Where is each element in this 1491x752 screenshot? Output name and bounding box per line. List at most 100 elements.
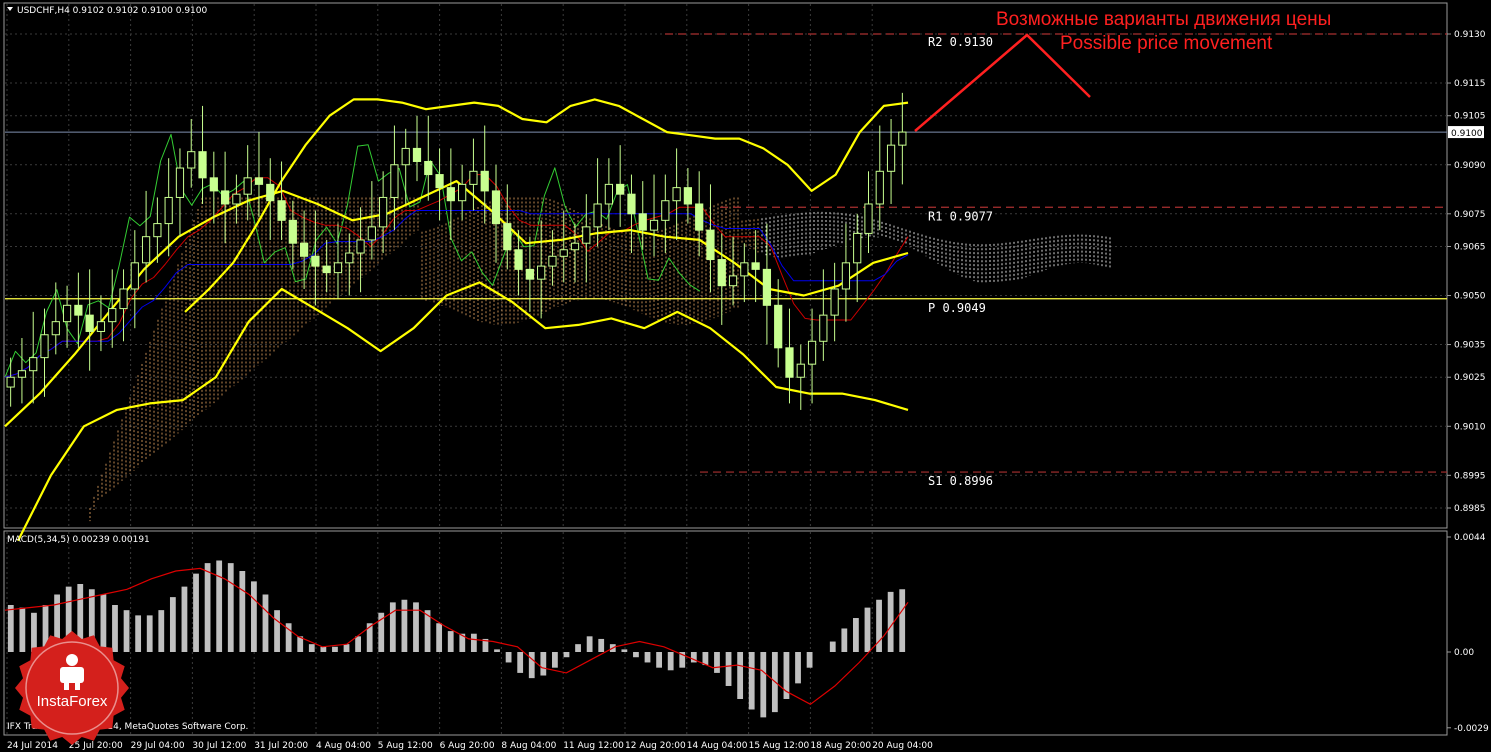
y-tick-label: 0.9035 (1454, 341, 1486, 351)
candle-body (232, 193, 241, 205)
menu-triangle-icon[interactable] (7, 7, 13, 11)
symbol-header: USDCHF,H4 0.9102 0.9102 0.9100 0.9100 (17, 6, 207, 16)
candle-body (401, 147, 410, 166)
candles (6, 92, 907, 410)
candle-body (559, 249, 568, 257)
candle-body (898, 131, 907, 146)
indicator-lines (4, 98, 909, 542)
candle-body (390, 164, 399, 198)
candle-body (570, 242, 580, 251)
candle-body (119, 288, 128, 310)
x-tick-label: 4 Aug 04:00 (316, 741, 371, 751)
macd-y-tick-label: 0.00 (1454, 648, 1474, 658)
candle-body (706, 229, 715, 261)
x-tick-label: 14 Aug 04:00 (687, 741, 748, 751)
x-tick-label: 12 Aug 20:00 (625, 741, 686, 751)
candle-body (740, 262, 749, 277)
y-tick-label: 0.9065 (1454, 242, 1486, 252)
candle-body (853, 232, 862, 264)
level-label-S1: S1 0.8996 (928, 474, 993, 488)
candle-body (796, 363, 805, 378)
candle-body (164, 196, 173, 225)
candle-body (51, 321, 60, 336)
candle-body (435, 174, 444, 189)
candle-body (638, 213, 647, 231)
candle-body (503, 223, 512, 251)
y-tick-label: 0.9090 (1454, 161, 1486, 171)
candle-body (469, 170, 478, 185)
candle-body (491, 190, 501, 225)
candle-body (220, 190, 230, 205)
tenkan-line (4, 174, 909, 378)
y-tick-label: 0.9025 (1454, 373, 1486, 383)
candle-body (864, 203, 873, 234)
candle-body (785, 347, 794, 378)
y-tick-label: 0.9050 (1454, 292, 1486, 302)
candle-body (356, 239, 365, 254)
candle-body (819, 314, 828, 342)
candle-body (695, 203, 704, 231)
candle-body (604, 183, 613, 205)
macd-y-tick-label: -0.0029 (1454, 724, 1489, 734)
candle-body (458, 183, 467, 202)
annotation-ru: Возможные варианты движения цены (996, 9, 1331, 30)
candle-body (807, 340, 817, 365)
candle-body (514, 249, 523, 270)
candle-body (751, 262, 760, 270)
candle-body (762, 268, 772, 306)
candle-body (379, 196, 388, 228)
candle-body (96, 321, 106, 332)
candle-body (649, 219, 659, 231)
y-tick-label: 0.9010 (1454, 422, 1486, 432)
candle-body (886, 144, 896, 172)
y-tick-label: 0.9075 (1454, 210, 1486, 220)
candle-body (17, 370, 27, 378)
candle-body (367, 226, 376, 241)
candle-body (254, 177, 264, 185)
y-tick-label: 0.9115 (1454, 79, 1486, 89)
candle-body (728, 275, 738, 287)
y-tick-label: 0.8995 (1454, 471, 1486, 481)
candle-body (537, 265, 546, 280)
candle-body (875, 170, 884, 205)
candle-body (446, 187, 455, 202)
candle-body (717, 259, 726, 287)
bollinger-middle (4, 180, 909, 428)
candle-body (130, 262, 139, 290)
macd-y-tick-label: 0.0044 (1454, 533, 1486, 543)
candle-body (661, 200, 670, 221)
candle-body (29, 357, 38, 372)
y-tick-label: 0.8985 (1454, 504, 1486, 514)
candle-body (198, 151, 207, 179)
candle-body (175, 167, 185, 198)
candle-body (424, 160, 433, 176)
candle-body (6, 376, 15, 388)
x-tick-label: 8 Aug 04:00 (501, 741, 556, 751)
candle-body (593, 203, 602, 228)
x-tick-label: 18 Aug 20:00 (810, 741, 871, 751)
candle-body (277, 200, 286, 221)
candle-body (525, 268, 534, 280)
annotation-en: Possible price movement (1060, 33, 1273, 54)
candle-body (85, 314, 94, 332)
macd-histogram (4, 560, 909, 718)
candle-body (153, 223, 162, 238)
candle-body (62, 304, 72, 323)
candle-body (627, 193, 636, 215)
x-tick-label: 15 Aug 12:00 (749, 741, 810, 751)
level-label-P: P 0.9049 (928, 301, 986, 315)
y-tick-label: 0.9105 (1454, 112, 1486, 122)
candle-body (480, 170, 489, 192)
level-label-R1: R1 0.9077 (928, 209, 993, 223)
x-tick-label: 30 Jul 12:00 (192, 741, 246, 751)
svg-text:InstaForex: InstaForex (37, 693, 108, 710)
candle-body (548, 255, 557, 267)
candle-body (322, 265, 331, 274)
candle-body (288, 219, 297, 244)
current-price-label: 0.9100 (1451, 129, 1483, 139)
kijun-line (4, 210, 909, 378)
candle-body (311, 255, 320, 267)
candle-body (141, 236, 151, 264)
candle-body (40, 334, 49, 359)
candle-body (582, 226, 591, 244)
